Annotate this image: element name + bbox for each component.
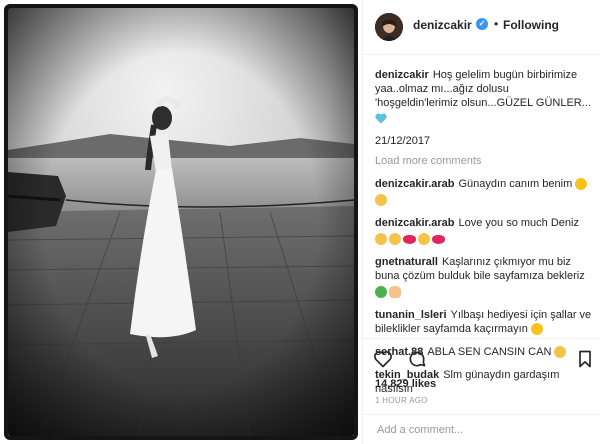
smile-emoji-icon (530, 323, 543, 336)
comment-item: tunanin_lsleri Yılbaşı hediyesi için şall… (375, 308, 595, 336)
kiss-emoji-icon (375, 233, 387, 246)
avatar[interactable] (375, 13, 403, 41)
comment-icon (409, 351, 426, 367)
verified-badge-icon: ✓ (476, 18, 488, 30)
kiss-emoji-icon (375, 194, 387, 207)
add-comment-input[interactable] (375, 423, 579, 437)
post-photo[interactable] (0, 0, 362, 444)
post-timestamp: 1 HOUR AGO (375, 396, 428, 405)
comment-item: denizcakir.arab Love you so much Deniz (375, 216, 595, 246)
smile-emoji-icon (575, 178, 588, 191)
load-more-comments-link[interactable]: Load more comments (375, 154, 595, 168)
likes-count[interactable]: 14,829 likes (375, 378, 436, 390)
person-emoji-icon (389, 286, 401, 299)
comment-button[interactable] (407, 349, 427, 369)
instagram-post-window: denizcakir ✓ • Following denizcakir Hoş g… (0, 0, 600, 444)
lips-emoji-icon (403, 234, 416, 244)
action-bar (363, 338, 600, 378)
blue-heart-icon (375, 113, 387, 124)
comment-username[interactable]: tunanin_lsleri (375, 309, 447, 321)
heart-icon (374, 351, 392, 368)
post-date: 21/12/2017 (375, 135, 431, 147)
separator-dot: • (494, 17, 499, 31)
comment-username[interactable]: gnetnaturall (375, 256, 438, 268)
kiss-emoji-icon (389, 233, 401, 246)
like-button[interactable] (373, 349, 393, 369)
comment-item: denizcakir.arab Günaydın canım benim (375, 177, 595, 207)
comment-username[interactable]: denizcakir.arab (375, 178, 455, 190)
username-link[interactable]: denizcakir (413, 18, 472, 32)
bookmark-icon (579, 350, 591, 368)
green-heart-icon (375, 286, 387, 299)
comment-username[interactable]: denizcakir.arab (375, 217, 455, 229)
caption: denizcakir Hoş gelelim bugün birbirimize … (375, 68, 595, 110)
caption-username[interactable]: denizcakir (375, 69, 429, 81)
following-button[interactable]: Following (503, 18, 559, 32)
post-header: denizcakir ✓ • Following (363, 0, 600, 55)
add-comment-bar (363, 414, 600, 444)
comment-text: Love you so much Deniz (458, 217, 579, 229)
comment-item: gnetnaturall Kaşlarınız çıkmıyor mu biz b… (375, 255, 595, 299)
post-sidebar: denizcakir ✓ • Following denizcakir Hoş g… (362, 0, 600, 444)
save-button[interactable] (575, 349, 595, 369)
comment-text: Günaydın canım benim (458, 178, 573, 190)
blue-heart-emoji (375, 110, 595, 128)
kiss-emoji-icon (418, 233, 430, 246)
lips-emoji-icon (432, 234, 445, 244)
